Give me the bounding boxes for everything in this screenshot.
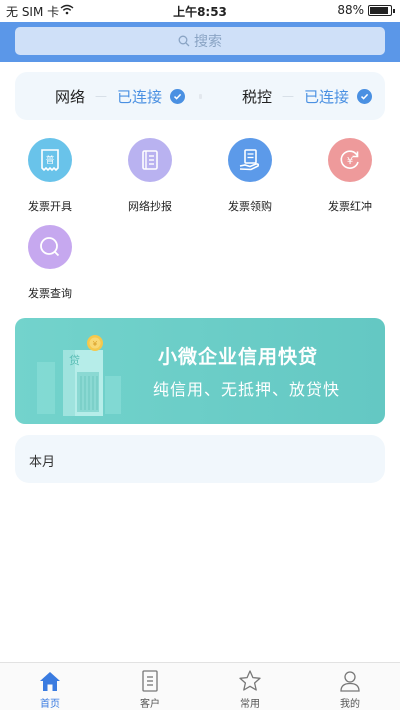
battery-icon bbox=[368, 5, 395, 16]
connection-name: 税控 bbox=[242, 87, 273, 106]
grid-item-invoice-issue[interactable]: 普 发票开具 bbox=[0, 138, 100, 214]
bank-building-icon: 贷 ¥ bbox=[37, 335, 121, 416]
connection-status: 已连接 bbox=[304, 87, 350, 106]
grid-label: 发票开具 bbox=[28, 200, 72, 213]
receipt-icon: 普 bbox=[28, 138, 72, 182]
loan-banner[interactable]: 贷 ¥ 小微企业信用快贷 纯信用、无抵押、放贷快 bbox=[15, 318, 385, 424]
month-summary-card[interactable]: 本月 bbox=[15, 435, 385, 483]
tab-label: 客户 bbox=[140, 699, 160, 710]
header: 搜索 bbox=[0, 22, 400, 62]
home-icon bbox=[40, 672, 60, 691]
grid-item-network-report[interactable]: 网络抄报 bbox=[100, 138, 200, 214]
battery-percent: 88% bbox=[337, 3, 364, 17]
connection-status: 已连接 bbox=[117, 87, 163, 106]
magnifier-icon bbox=[28, 225, 72, 269]
card-separator bbox=[199, 94, 202, 99]
grid-item-invoice-reversal[interactable]: ¥ 发票红冲 bbox=[300, 138, 400, 214]
banner-subtitle: 纯信用、无抵押、放贷快 bbox=[153, 380, 341, 399]
month-label: 本月 bbox=[29, 455, 56, 470]
tab-label: 我的 bbox=[340, 699, 360, 710]
search-placeholder: 搜索 bbox=[194, 34, 222, 50]
check-icon bbox=[357, 88, 373, 104]
user-icon bbox=[340, 671, 360, 692]
grid-item-invoice-purchase[interactable]: 发票领购 bbox=[200, 138, 300, 214]
tab-bar: 首页 客户 常用 我的 bbox=[0, 662, 400, 710]
search-icon bbox=[178, 35, 190, 47]
grid-item-invoice-query[interactable]: 发票查询 bbox=[0, 225, 100, 301]
tab-home[interactable]: 首页 bbox=[0, 663, 100, 710]
coin-glyph: ¥ bbox=[93, 340, 98, 348]
battery-fill bbox=[370, 7, 388, 14]
receipt-glyph: 普 bbox=[45, 154, 54, 166]
tab-customers[interactable]: 客户 bbox=[100, 663, 200, 710]
tab-label: 常用 bbox=[240, 699, 260, 710]
banner-title: 小微企业信用快贷 bbox=[158, 346, 319, 368]
connection-network: 网络 — 已连接 bbox=[55, 72, 186, 120]
hand-document-icon bbox=[228, 138, 272, 182]
connection-divider: — bbox=[95, 89, 108, 103]
star-icon bbox=[239, 670, 261, 691]
yen-glyph: ¥ bbox=[347, 156, 353, 167]
grid-label: 发票领购 bbox=[228, 200, 272, 213]
status-bar: 无 SIM 卡 上午8:53 88% bbox=[0, 0, 400, 22]
building-glyph: 贷 bbox=[69, 353, 80, 367]
notebook-icon bbox=[128, 138, 172, 182]
search-input[interactable]: 搜索 bbox=[15, 27, 385, 55]
tab-frequent[interactable]: 常用 bbox=[200, 663, 300, 710]
refresh-yen-icon: ¥ bbox=[328, 138, 372, 182]
connection-status-card: 网络 — 已连接 税控 — 已连接 bbox=[15, 72, 385, 120]
grid-label: 发票红冲 bbox=[328, 200, 372, 213]
connection-name: 网络 bbox=[55, 87, 86, 106]
check-icon bbox=[170, 88, 186, 104]
tab-label: 首页 bbox=[40, 699, 60, 710]
connection-tax-control: 税控 — 已连接 bbox=[242, 72, 373, 120]
grid-label: 发票查询 bbox=[28, 287, 72, 300]
tab-mine[interactable]: 我的 bbox=[300, 663, 400, 710]
grid-label: 网络抄报 bbox=[128, 200, 172, 213]
document-icon bbox=[142, 670, 158, 692]
connection-divider: — bbox=[282, 89, 295, 103]
